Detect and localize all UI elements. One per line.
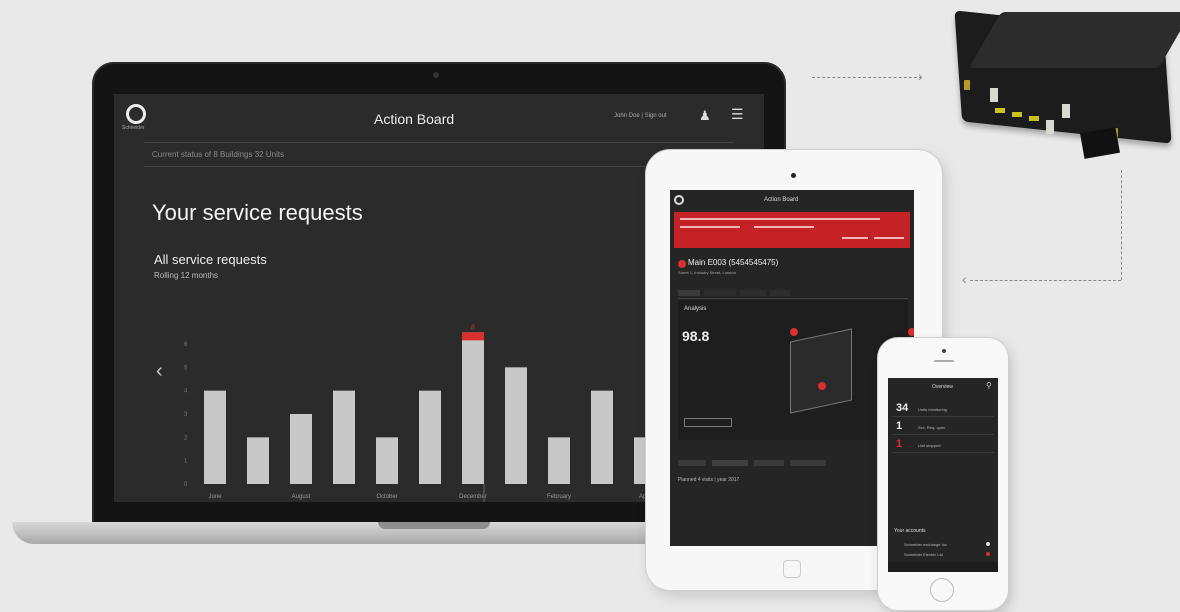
chart-bar (333, 390, 355, 484)
status-led (1029, 116, 1039, 121)
y-tick-label: 6 (184, 342, 188, 348)
search-icon[interactable]: ⚲ (986, 381, 992, 390)
unit-address: Street 1, Industry Street, London (678, 270, 736, 275)
chart-bar (290, 414, 312, 484)
dashed-arrow-to-router (812, 77, 922, 78)
account-status-dot (986, 542, 990, 546)
chart-bar (247, 437, 269, 484)
overview-count: 1 (896, 438, 903, 450)
accounts-heading: Your accounts (894, 528, 926, 534)
y-tick-label: 5 (184, 365, 188, 371)
ethernet-port (1062, 104, 1070, 118)
chart-bar (591, 390, 613, 484)
schneider-logo-icon[interactable] (674, 195, 684, 205)
tab-item[interactable] (754, 460, 784, 466)
alert-text-line (754, 226, 814, 228)
chart-bar (376, 437, 398, 484)
tablet-header: Action Board (670, 190, 914, 210)
overview-count: 34 (896, 402, 909, 414)
phone-bottom-nav (888, 562, 998, 572)
analysis-value: 98.8 (682, 328, 710, 344)
unit-name: Main E003 (5454545475) (688, 258, 779, 267)
x-tick-label: February (547, 494, 571, 500)
chart-bar (462, 332, 484, 484)
x-tick-label: October (376, 494, 397, 500)
status-led (1012, 112, 1022, 117)
y-tick-label: 0 (184, 482, 188, 488)
router-top (968, 12, 1180, 68)
dashed-line-from-router (1121, 170, 1122, 280)
hotspot-marker[interactable] (908, 328, 914, 336)
tablet-camera (791, 173, 796, 178)
chart-bar (505, 367, 527, 484)
hotspot-marker[interactable] (790, 328, 798, 336)
overview-row[interactable]: 1 Unit stopped (892, 436, 994, 453)
chart-bar (419, 390, 441, 484)
phone-screen: Overview ⚲ 34 Units monitoring 1 Svc. Re… (888, 378, 998, 572)
unit-3d-model[interactable] (790, 328, 852, 414)
status-led (995, 108, 1005, 113)
details-button[interactable] (684, 418, 732, 427)
tablet-title: Action Board (764, 197, 799, 203)
account-status-dot (986, 552, 990, 556)
ethernet-port (990, 88, 998, 102)
x-tick-label: August (292, 494, 311, 500)
alarm-status-icon (678, 260, 686, 268)
analysis-label: Analysis (684, 306, 707, 312)
chart-bar (204, 390, 226, 484)
hotspot-marker[interactable] (818, 382, 826, 390)
alert-text-line (680, 226, 740, 228)
tab-item[interactable] (770, 290, 790, 296)
highlight-bar-cap (462, 332, 484, 341)
laptop-base (12, 522, 678, 544)
tab-item[interactable] (678, 460, 706, 466)
planned-visits-label: Planned 4 visits | year 2017 (678, 477, 740, 483)
y-tick-label: 1 (184, 459, 188, 465)
overview-label: Unit stopped (918, 443, 941, 448)
arrow-right-icon: › (918, 68, 923, 84)
tablet-home-button[interactable] (783, 560, 801, 578)
phone-title: Overview (932, 384, 953, 390)
laptop-camera (433, 72, 439, 78)
phone-home-button[interactable] (930, 578, 954, 602)
alert-text-line (680, 218, 880, 220)
y-tick-label: 4 (184, 389, 188, 395)
arrow-left-icon: ‹ (962, 271, 967, 287)
dashed-arrow-to-devices (970, 280, 1121, 281)
y-tick-label: 3 (184, 412, 188, 418)
tab-item[interactable] (712, 460, 748, 466)
visits-tabs (678, 460, 908, 468)
alert-banner[interactable] (674, 212, 910, 248)
chart-bar (548, 437, 570, 484)
phone-camera (942, 349, 946, 353)
highlight-value-label: 8 (471, 324, 475, 331)
account-item[interactable]: Schneider exchange Inc (904, 542, 947, 547)
antenna-connector (964, 80, 970, 90)
tab-item[interactable] (790, 460, 826, 466)
ethernet-port (1046, 120, 1054, 134)
overview-row[interactable]: 1 Svc. Req. open (892, 418, 994, 435)
x-tick-label: December (459, 494, 487, 500)
tab-item[interactable] (678, 290, 700, 296)
overview-row[interactable]: 34 Units monitoring (892, 400, 994, 417)
unit-tabs (678, 290, 908, 299)
phone-device: Overview ⚲ 34 Units monitoring 1 Svc. Re… (878, 338, 1008, 610)
alert-action-button[interactable] (874, 237, 904, 239)
phone-speaker (934, 360, 954, 362)
tab-item[interactable] (704, 290, 736, 296)
tab-item[interactable] (740, 290, 766, 296)
account-item[interactable]: Schneider Electric Ltd (904, 552, 943, 557)
x-tick-label: June (208, 494, 222, 500)
overview-count: 1 (896, 420, 903, 432)
laptop-notch (378, 522, 490, 529)
alert-action-button[interactable] (842, 237, 868, 239)
y-tick-label: 2 (184, 435, 188, 441)
overview-label: Units monitoring (918, 407, 947, 412)
overview-label: Svc. Req. open (918, 425, 946, 430)
sim-tray (1080, 127, 1120, 159)
